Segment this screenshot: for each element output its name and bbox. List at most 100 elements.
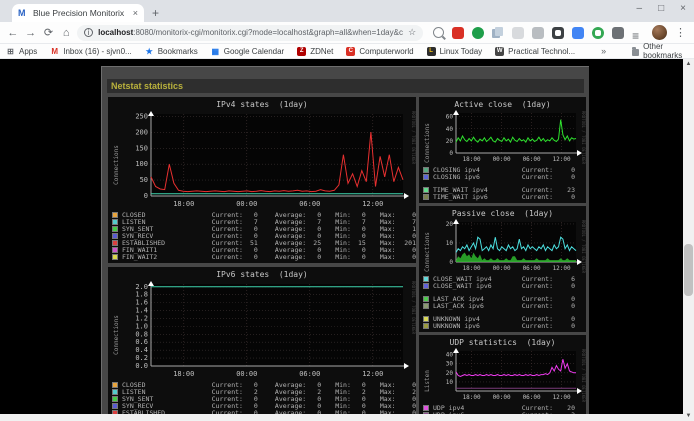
legend-swatch	[112, 247, 118, 253]
green-circle-extension-icon[interactable]	[592, 27, 604, 39]
new-tab-button[interactable]: +	[152, 6, 159, 20]
bookmark-item-1[interactable]: MInbox (16) - sjvn0...	[50, 47, 131, 56]
bookmark-item-3[interactable]: ▦Google Calendar	[211, 47, 284, 56]
url-path: :8080/monitorix-cgi/monitorix.cgi?mode=l…	[133, 28, 403, 37]
home-icon[interactable]: ⌂	[57, 27, 75, 39]
svg-text:100: 100	[135, 160, 148, 168]
legend-series-name: CLOSE_WAIT ipv6	[433, 282, 507, 290]
reading-list-icon[interactable]	[632, 27, 644, 39]
mail-extension-icon[interactable]	[452, 27, 464, 39]
gray-square-extension-icon[interactable]	[512, 27, 524, 39]
bookmark-item-4[interactable]: ZZDNet	[297, 47, 333, 56]
reload-icon[interactable]: ⟳	[40, 26, 58, 39]
graph-body: Connections0102018:0000:0006:0012:00	[419, 218, 586, 273]
svg-text:18:00: 18:00	[173, 370, 194, 378]
rrdtool-watermark: RRDTOOL / TOBI OETIKER	[581, 349, 586, 402]
legend-stat-value: 0	[553, 282, 575, 290]
profile-avatar[interactable]	[652, 25, 667, 40]
other-bookmarks-button[interactable]: Other bookmarks	[632, 42, 685, 60]
search-extension-icon[interactable]	[433, 27, 444, 38]
svg-text:40: 40	[446, 352, 454, 359]
legend-stat-value: 0	[553, 193, 575, 201]
graph-title: IPv4 states (1day)	[108, 97, 416, 109]
rrdtool-watermark: RRDTOOL / TOBI OETIKER	[581, 220, 586, 273]
bookmark-item-5[interactable]: C Computerworld	[346, 47, 413, 56]
address-bar[interactable]: i localhost:8080/monitorix-cgi/monitorix…	[77, 25, 423, 41]
graph-y-axis-label: Listen	[419, 347, 430, 402]
browser-tab[interactable]: M Blue Precision Monitorix ×	[12, 4, 144, 22]
svg-text:1.8: 1.8	[135, 291, 148, 299]
puzzle-extensions-icon[interactable]	[612, 27, 624, 39]
legend-swatch	[112, 240, 118, 246]
rrdtool-watermark: RRDTOOL / TOBI OETIKER	[581, 111, 586, 164]
bookmark-item-2[interactable]: ★Bookmarks	[145, 47, 198, 56]
legend-swatch	[423, 167, 429, 173]
graphs-left-column: IPv4 states (1day)Connections05010015020…	[108, 97, 416, 414]
svg-text:10: 10	[446, 240, 454, 247]
vertical-scrollbar-thumb[interactable]	[684, 244, 693, 296]
svg-text:0.2: 0.2	[135, 354, 148, 362]
vertical-scrollbar[interactable]: ▲ ▼	[683, 59, 694, 421]
other-bookmarks-label: Other bookmarks	[643, 42, 685, 60]
graph-active-2: Active close (1day)Connections020406018:…	[419, 97, 586, 203]
legend-series-name: FIN_WAIT2	[122, 253, 202, 261]
dark-square-extension-icon[interactable]	[552, 27, 564, 39]
green-orb-extension-icon[interactable]	[472, 27, 484, 39]
bookmark-label: Practical Technol...	[508, 47, 575, 56]
graph-title: UDP statistics (1day)	[419, 335, 586, 347]
bookmark-icon-3: ▦	[211, 47, 220, 56]
page-viewport: Netstat statistics IPv4 states (1day)Con…	[0, 59, 683, 414]
section-title: Netstat statistics	[111, 81, 183, 91]
bookmark-label: Computerworld	[359, 47, 413, 56]
bookmark-item-7[interactable]: WPractical Technol...	[495, 47, 575, 56]
graph-y-axis-label: Connections	[419, 109, 430, 164]
blue-pill-extension-icon[interactable]	[572, 27, 584, 39]
legend-series-name: LAST_ACK ipv6	[433, 302, 507, 310]
svg-text:18:00: 18:00	[173, 200, 194, 208]
copy-pages-extension-icon[interactable]	[492, 27, 504, 39]
graph-plot: 0.00.20.40.60.81.01.21.41.61.82.018:0000…	[119, 279, 415, 379]
scroll-down-icon[interactable]: ▼	[683, 411, 694, 421]
legend-stat-label: Average:	[258, 253, 306, 261]
svg-text:00:00: 00:00	[236, 370, 257, 378]
svg-text:06:00: 06:00	[523, 156, 541, 163]
svg-text:200: 200	[135, 128, 148, 136]
svg-text:12:00: 12:00	[362, 370, 383, 378]
bookmark-label: Linux Today	[440, 47, 483, 56]
svg-text:06:00: 06:00	[523, 394, 541, 401]
bookmark-star-icon[interactable]: ☆	[408, 27, 416, 38]
bookmark-label: ZDNet	[310, 47, 333, 56]
chrome-menu-icon[interactable]: ⋮	[675, 26, 686, 39]
legend-stat-value: 0	[306, 253, 321, 261]
window-close-button[interactable]: ×	[680, 3, 686, 14]
speaker-extension-icon[interactable]	[532, 27, 544, 39]
bookmark-item-6[interactable]: LLinux Today	[427, 47, 483, 56]
legend-stat-value: 0	[553, 302, 575, 310]
svg-text:1.2: 1.2	[135, 314, 148, 322]
bookmarks-overflow-icon[interactable]: »	[601, 46, 606, 56]
tab-close-icon[interactable]: ×	[133, 8, 138, 18]
window-maximize-button[interactable]: □	[658, 3, 664, 14]
legend-stat-label: Current:	[507, 302, 553, 310]
bookmark-icon-5: C	[346, 47, 355, 56]
url-text: localhost:8080/monitorix-cgi/monitorix.c…	[98, 28, 403, 37]
legend-stat-label: Current:	[202, 253, 243, 261]
scroll-up-icon[interactable]: ▲	[683, 59, 694, 69]
forward-icon[interactable]: →	[22, 27, 40, 39]
svg-text:60: 60	[446, 114, 454, 121]
bookmark-item-0[interactable]: ⊞Apps	[6, 47, 37, 56]
window-minimize-button[interactable]: –	[637, 3, 643, 14]
legend-swatch	[423, 194, 429, 200]
graph-plot: 0102018:0000:0006:0012:00	[430, 218, 584, 273]
legend-stat-label: Current:	[507, 173, 553, 181]
horizontal-scrollbar[interactable]	[0, 414, 683, 421]
back-icon[interactable]: ←	[4, 27, 22, 39]
graphs-right-column: Active close (1day)Connections020406018:…	[419, 97, 586, 414]
site-info-icon[interactable]: i	[84, 28, 93, 37]
svg-text:00:00: 00:00	[236, 200, 257, 208]
svg-text:40: 40	[446, 126, 454, 133]
svg-text:0.0: 0.0	[135, 362, 148, 370]
legend-series-name: TIME_WAIT ipv6	[433, 193, 507, 201]
legend-stat-label: Current:	[507, 322, 553, 330]
legend-swatch	[423, 174, 429, 180]
